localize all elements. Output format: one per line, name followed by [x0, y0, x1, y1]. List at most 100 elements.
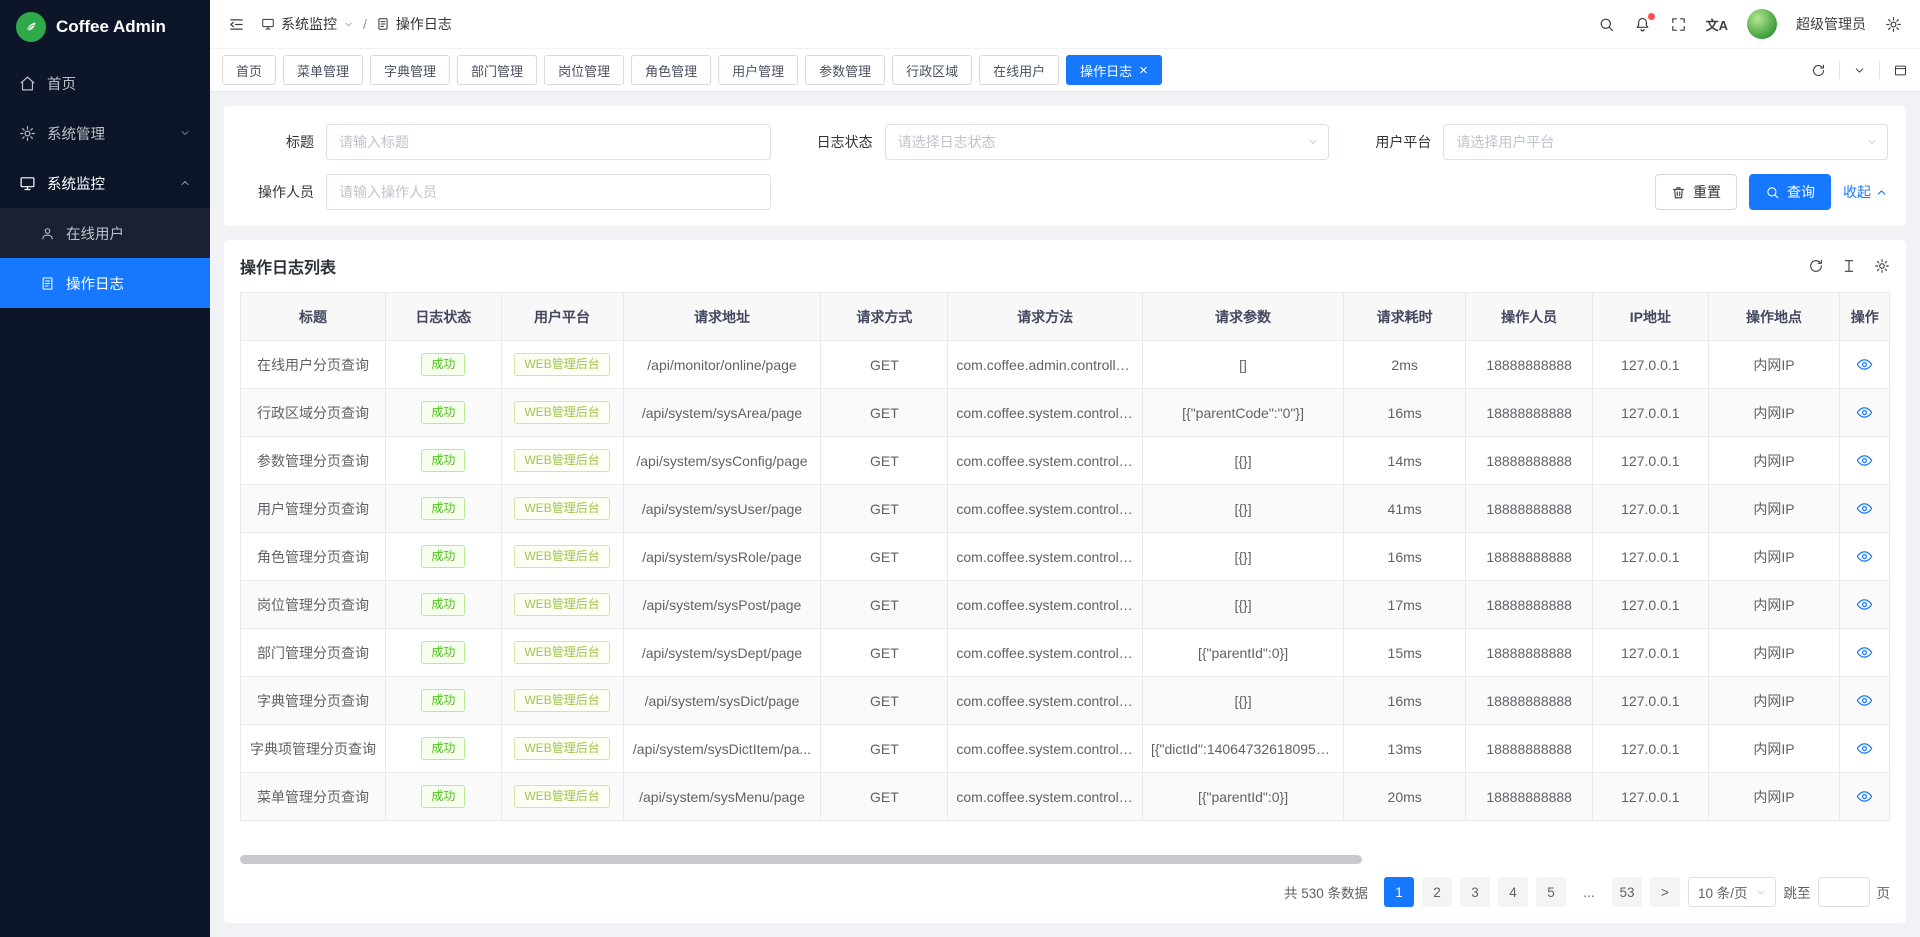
- sidebar-item-label: 操作日志: [66, 273, 124, 294]
- tab-参数管理[interactable]: 参数管理: [805, 55, 885, 85]
- tab-首页[interactable]: 首页: [222, 55, 276, 85]
- jump-page-input[interactable]: [1818, 877, 1870, 907]
- username[interactable]: 超级管理员: [1796, 14, 1866, 34]
- refresh-icon[interactable]: [1808, 258, 1824, 274]
- page-size-select[interactable]: 10 条/页: [1688, 877, 1776, 907]
- operator-input[interactable]: [326, 174, 771, 210]
- view-detail-eye-icon[interactable]: [1856, 500, 1873, 517]
- status-badge: 成功: [421, 593, 465, 616]
- breadcrumb-item-operation-log[interactable]: 操作日志: [376, 14, 452, 34]
- cell-operator: 18888888888: [1466, 533, 1593, 581]
- tab-菜单管理[interactable]: 菜单管理: [283, 55, 363, 85]
- cell-operator: 18888888888: [1466, 581, 1593, 629]
- fullscreen-icon[interactable]: [1670, 16, 1687, 33]
- cell-location: 内网IP: [1708, 389, 1840, 437]
- cell-ip: 127.0.0.1: [1593, 389, 1708, 437]
- cell-location: 内网IP: [1708, 773, 1840, 821]
- settings-icon[interactable]: [1885, 16, 1902, 33]
- tab-岗位管理[interactable]: 岗位管理: [544, 55, 624, 85]
- sidebar-item-label: 系统管理: [47, 123, 105, 144]
- next-page-button[interactable]: >: [1650, 877, 1680, 907]
- tab-字典管理[interactable]: 字典管理: [370, 55, 450, 85]
- cell-duration: 14ms: [1344, 437, 1466, 485]
- cell-location: 内网IP: [1708, 581, 1840, 629]
- topbar: 系统监控 / 操作日志 文A 超级管理员: [210, 0, 1920, 48]
- tab-用户管理[interactable]: 用户管理: [718, 55, 798, 85]
- page-size-value: 10 条/页: [1698, 882, 1748, 902]
- table-settings-icon[interactable]: [1874, 258, 1890, 274]
- cell-duration: 17ms: [1344, 581, 1466, 629]
- view-detail-eye-icon[interactable]: [1856, 788, 1873, 805]
- cell-title: 角色管理分页查询: [241, 533, 386, 581]
- column-header: IP地址: [1593, 293, 1708, 341]
- sidebar-item-home[interactable]: 首页: [0, 58, 210, 108]
- platform-badge: WEB管理后台: [514, 497, 609, 520]
- cell-request-function: com.coffee.system.controlle...: [948, 533, 1143, 581]
- sidebar-item-label: 首页: [47, 73, 76, 94]
- table-row: 参数管理分页查询成功WEB管理后台/api/system/sysConfig/p…: [241, 437, 1890, 485]
- cell-ip: 127.0.0.1: [1593, 485, 1708, 533]
- content-fullscreen-icon[interactable]: [1893, 63, 1908, 78]
- chevron-down-icon[interactable]: [1853, 64, 1866, 77]
- cell-operator: 18888888888: [1466, 437, 1593, 485]
- page-button-4[interactable]: 4: [1498, 877, 1528, 907]
- cell-title: 参数管理分页查询: [241, 437, 386, 485]
- avatar[interactable]: [1747, 9, 1777, 39]
- cell-request-params: [{}]: [1142, 677, 1343, 725]
- view-detail-eye-icon[interactable]: [1856, 692, 1873, 709]
- view-detail-eye-icon[interactable]: [1856, 740, 1873, 757]
- tab-行政区域[interactable]: 行政区域: [892, 55, 972, 85]
- horizontal-scrollbar-thumb[interactable]: [240, 855, 1362, 864]
- gear-icon: [19, 125, 36, 142]
- cell-request-function: com.coffee.system.controlle...: [948, 773, 1143, 821]
- page-button-2[interactable]: 2: [1422, 877, 1452, 907]
- column-height-icon[interactable]: [1841, 258, 1857, 274]
- sidebar-menu: 首页 系统管理 系统监控 在线用户 操作日志: [0, 58, 210, 308]
- search-icon: [1765, 185, 1780, 200]
- view-detail-eye-icon[interactable]: [1856, 548, 1873, 565]
- filter-actions: 重置 查询 收起: [801, 174, 1888, 210]
- refresh-icon[interactable]: [1811, 63, 1826, 78]
- status-select[interactable]: [885, 124, 1330, 160]
- page-button-3[interactable]: 3: [1460, 877, 1490, 907]
- view-detail-eye-icon[interactable]: [1856, 596, 1873, 613]
- title-input[interactable]: [326, 124, 771, 160]
- breadcrumb-item-system-monitor[interactable]: 系统监控: [261, 14, 354, 34]
- filter-field-platform: 用户平台: [1359, 124, 1888, 160]
- search-icon[interactable]: [1598, 16, 1615, 33]
- table-row: 字典管理分页查询成功WEB管理后台/api/system/sysDict/pag…: [241, 677, 1890, 725]
- translate-icon[interactable]: 文A: [1706, 15, 1728, 34]
- view-detail-eye-icon[interactable]: [1856, 356, 1873, 373]
- sidebar-item-system-monitor[interactable]: 系统监控: [0, 158, 210, 208]
- tab-部门管理[interactable]: 部门管理: [457, 55, 537, 85]
- monitor-icon: [19, 175, 36, 192]
- tab-操作日志[interactable]: 操作日志×: [1066, 55, 1162, 85]
- sidebar-item-system-management[interactable]: 系统管理: [0, 108, 210, 158]
- search-button[interactable]: 查询: [1749, 174, 1831, 210]
- close-icon[interactable]: ×: [1139, 63, 1148, 78]
- tab-角色管理[interactable]: 角色管理: [631, 55, 711, 85]
- tabs-bar-actions: [1811, 61, 1908, 79]
- column-header: 操作: [1840, 293, 1890, 341]
- page-button-5[interactable]: 5: [1536, 877, 1566, 907]
- bell-icon[interactable]: [1634, 16, 1651, 33]
- tab-在线用户[interactable]: 在线用户: [979, 55, 1059, 85]
- status-badge: 成功: [421, 353, 465, 376]
- collapse-label: 收起: [1843, 182, 1871, 202]
- table-card-header: 操作日志列表: [240, 240, 1890, 292]
- status-badge: 成功: [421, 785, 465, 808]
- sidebar-item-operation-log[interactable]: 操作日志: [0, 258, 210, 308]
- content: 标题 日志状态 用户平台: [210, 92, 1920, 937]
- view-detail-eye-icon[interactable]: [1856, 644, 1873, 661]
- collapse-filters-link[interactable]: 收起: [1843, 182, 1888, 202]
- cell-request-url: /api/system/sysArea/page: [623, 389, 821, 437]
- view-detail-eye-icon[interactable]: [1856, 452, 1873, 469]
- page-button-53[interactable]: 53: [1612, 877, 1642, 907]
- sidebar-item-online-users[interactable]: 在线用户: [0, 208, 210, 258]
- collapse-sidebar-icon[interactable]: [228, 16, 245, 33]
- reset-button[interactable]: 重置: [1655, 174, 1737, 210]
- platform-select[interactable]: [1443, 124, 1888, 160]
- jump-label: 跳至: [1784, 882, 1811, 902]
- view-detail-eye-icon[interactable]: [1856, 404, 1873, 421]
- page-button-1[interactable]: 1: [1384, 877, 1414, 907]
